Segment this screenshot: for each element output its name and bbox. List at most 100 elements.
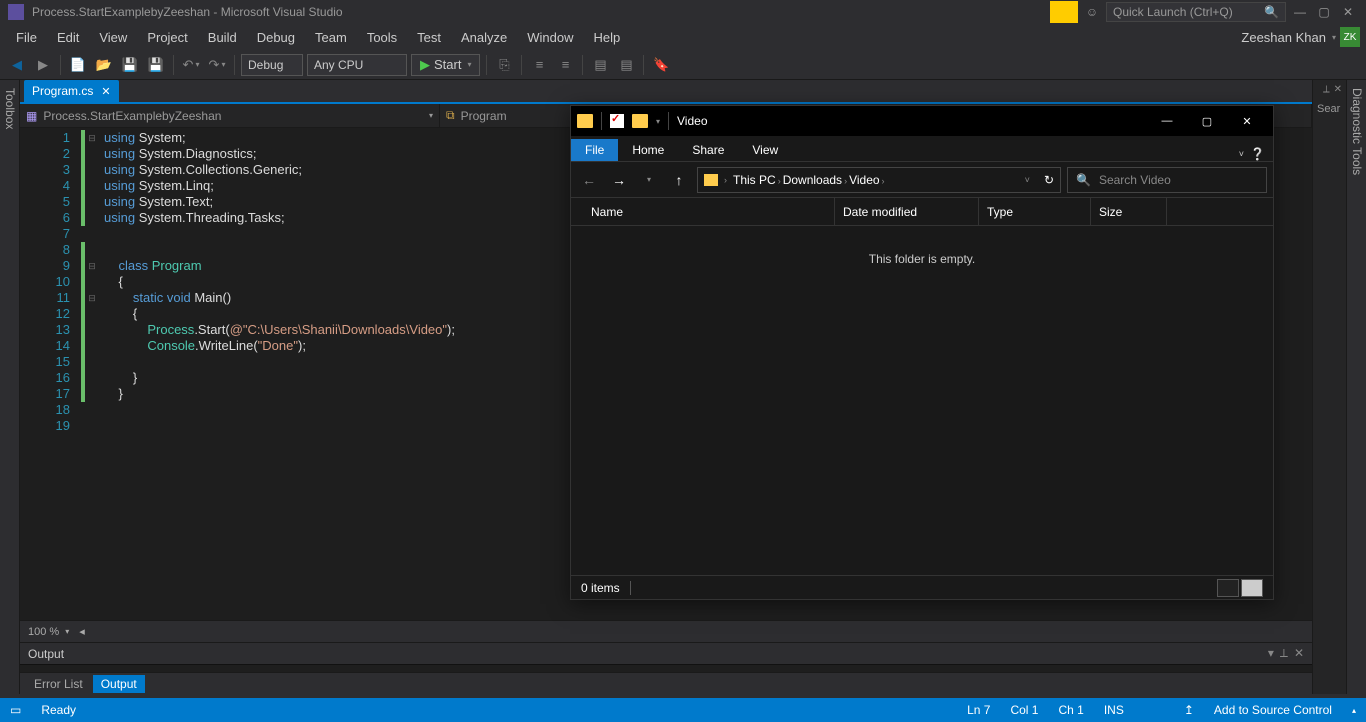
close-button[interactable]: ✕ — [1338, 3, 1358, 21]
help-icon[interactable]: ❔ — [1250, 147, 1265, 161]
nav-forward-button[interactable]: → — [607, 168, 631, 192]
solution-platform-dropdown[interactable]: Any CPU — [307, 54, 407, 76]
open-file-button[interactable]: 📂 — [93, 54, 115, 76]
details-view-button[interactable] — [1217, 579, 1239, 597]
undo-button[interactable]: ↶▾ — [180, 54, 202, 76]
folder-icon — [577, 114, 593, 128]
maximize-button[interactable]: ▢ — [1314, 3, 1334, 21]
close-panel-icon[interactable]: ✕ — [1294, 646, 1304, 661]
search-panel-hint[interactable]: Sear — [1313, 99, 1346, 119]
pinned-quick-access-icon[interactable] — [610, 114, 624, 128]
breadcrumb-segment[interactable]: Downloads — [783, 173, 842, 187]
status-ch[interactable]: Ch 1 — [1058, 703, 1083, 717]
save-all-button[interactable]: 💾 — [145, 54, 167, 76]
indent-decrease-icon[interactable]: ≡ — [528, 54, 550, 76]
start-debug-button[interactable]: ▶ Start ▾ — [411, 54, 480, 76]
ribbon-tab-view[interactable]: View — [738, 139, 792, 161]
tab-program-cs[interactable]: Program.cs ✕ — [24, 80, 119, 102]
redo-button[interactable]: ↷▾ — [206, 54, 228, 76]
explorer-minimize-button[interactable]: — — [1147, 106, 1187, 136]
project-dropdown[interactable]: ▦ Process.StartExamplebyZeeshan▾ — [20, 104, 440, 127]
breadcrumb-segment[interactable]: Video — [849, 173, 879, 187]
ribbon-tab-share[interactable]: Share — [678, 139, 738, 161]
diagnostic-tools-tab[interactable]: Diagnostic Tools — [1346, 80, 1366, 694]
ribbon-tab-home[interactable]: Home — [618, 139, 678, 161]
toolbox-panel-tab[interactable]: Toolbox — [0, 80, 20, 694]
refresh-icon[interactable]: ↻ — [1044, 173, 1054, 187]
explorer-search-input[interactable]: 🔍 Search Video — [1067, 167, 1267, 193]
document-tabs: Program.cs ✕ — [20, 80, 1312, 104]
explorer-title: Video — [677, 114, 707, 128]
dropdown-icon[interactable]: ▾ — [1268, 646, 1274, 661]
step-icon[interactable]: ⎘ — [493, 54, 515, 76]
nav-up-button[interactable]: ↑ — [667, 168, 691, 192]
menu-debug[interactable]: Debug — [247, 26, 305, 49]
explorer-statusbar: 0 items — [571, 575, 1273, 599]
address-dropdown-icon[interactable]: ˅ — [1025, 175, 1030, 185]
column-header-size[interactable]: Size — [1091, 198, 1167, 225]
menu-window[interactable]: Window — [517, 26, 583, 49]
status-ready: Ready — [41, 703, 76, 717]
quick-launch-placeholder: Quick Launch (Ctrl+Q) — [1113, 5, 1233, 19]
window-caption: Process.StartExamplebyZeeshan - Microsof… — [32, 5, 1050, 19]
icons-view-button[interactable] — [1241, 579, 1263, 597]
status-ins-mode[interactable]: INS — [1104, 703, 1124, 717]
status-line[interactable]: Ln 7 — [967, 703, 990, 717]
feedback-icon[interactable]: ☺ — [1082, 3, 1102, 21]
menu-tools[interactable]: Tools — [357, 26, 407, 49]
column-header-date-modified[interactable]: Date modified — [835, 198, 979, 225]
nav-forward-button[interactable]: ▶ — [32, 54, 54, 76]
explorer-maximize-button[interactable]: ▢ — [1187, 106, 1227, 136]
menu-view[interactable]: View — [89, 26, 137, 49]
indent-increase-icon[interactable]: ≡ — [554, 54, 576, 76]
menu-analyze[interactable]: Analyze — [451, 26, 517, 49]
menu-help[interactable]: Help — [584, 26, 631, 49]
explorer-ribbon: FileHomeShareView ˅ ❔ — [571, 136, 1273, 162]
pin-icon[interactable]: ⟂ — [1280, 646, 1288, 661]
menu-team[interactable]: Team — [305, 26, 357, 49]
statusbar: ▭ Ready Ln 7 Col 1 Ch 1 INS ↥ Add to Sou… — [0, 698, 1366, 722]
explorer-titlebar[interactable]: ▾ Video — ▢ ✕ — [571, 106, 1273, 136]
publish-icon[interactable]: ↥ — [1184, 703, 1194, 717]
comment-icon[interactable]: ▤ — [589, 54, 611, 76]
ribbon-tab-file[interactable]: File — [571, 139, 618, 161]
solution-config-dropdown[interactable]: Debug — [241, 54, 303, 76]
close-icon[interactable]: ✕ — [1334, 84, 1342, 95]
zoom-value[interactable]: 100 % — [28, 626, 59, 638]
pin-icon[interactable]: ⟂ — [1323, 84, 1330, 95]
source-control-button[interactable]: Add to Source Control — [1214, 703, 1332, 717]
new-project-button[interactable]: 📄 — [67, 54, 89, 76]
error-list-tab[interactable]: Error List — [26, 675, 91, 693]
menu-test[interactable]: Test — [407, 26, 451, 49]
minimize-button[interactable]: — — [1290, 3, 1310, 21]
save-button[interactable]: 💾 — [119, 54, 141, 76]
menu-file[interactable]: File — [6, 26, 47, 49]
nav-back-button[interactable]: ← — [577, 168, 601, 192]
explorer-close-button[interactable]: ✕ — [1227, 106, 1267, 136]
status-col[interactable]: Col 1 — [1010, 703, 1038, 717]
right-panel-strip: ⟂ ✕ Sear — [1312, 80, 1346, 694]
menu-edit[interactable]: Edit — [47, 26, 89, 49]
close-tab-icon[interactable]: ✕ — [101, 85, 110, 98]
output-tab[interactable]: Output — [93, 675, 145, 693]
menu-project[interactable]: Project — [137, 26, 197, 49]
explorer-file-list[interactable]: This folder is empty. — [571, 226, 1273, 575]
explorer-column-headers[interactable]: NameDate modifiedTypeSize — [571, 198, 1273, 226]
column-header-type[interactable]: Type — [979, 198, 1091, 225]
ribbon-expand-icon[interactable]: ˅ — [1239, 149, 1244, 159]
output-panel-header[interactable]: Output ▾ ⟂ ✕ — [20, 642, 1312, 664]
breadcrumb-segment[interactable]: This PC — [733, 173, 776, 187]
column-header-name[interactable]: Name — [583, 198, 835, 225]
notification-badge-icon[interactable] — [1050, 1, 1078, 23]
user-initials-badge[interactable]: ZK — [1340, 27, 1360, 47]
quick-launch-input[interactable]: Quick Launch (Ctrl+Q) 🔍 — [1106, 2, 1286, 22]
nav-recent-dropdown[interactable]: ▾ — [637, 168, 661, 192]
address-bar[interactable]: › This PC›Downloads›Video› ˅ ↻ — [697, 167, 1061, 193]
folder-icon[interactable] — [632, 114, 648, 128]
menu-build[interactable]: Build — [198, 26, 247, 49]
uncomment-icon[interactable]: ▤ — [615, 54, 637, 76]
file-explorer-window[interactable]: ▾ Video — ▢ ✕ FileHomeShareView ˅ ❔ ← → … — [570, 105, 1274, 600]
signed-in-user[interactable]: Zeeshan Khan — [1235, 30, 1332, 45]
nav-back-button[interactable]: ◀ — [6, 54, 28, 76]
bookmark-icon[interactable]: 🔖 — [650, 54, 672, 76]
